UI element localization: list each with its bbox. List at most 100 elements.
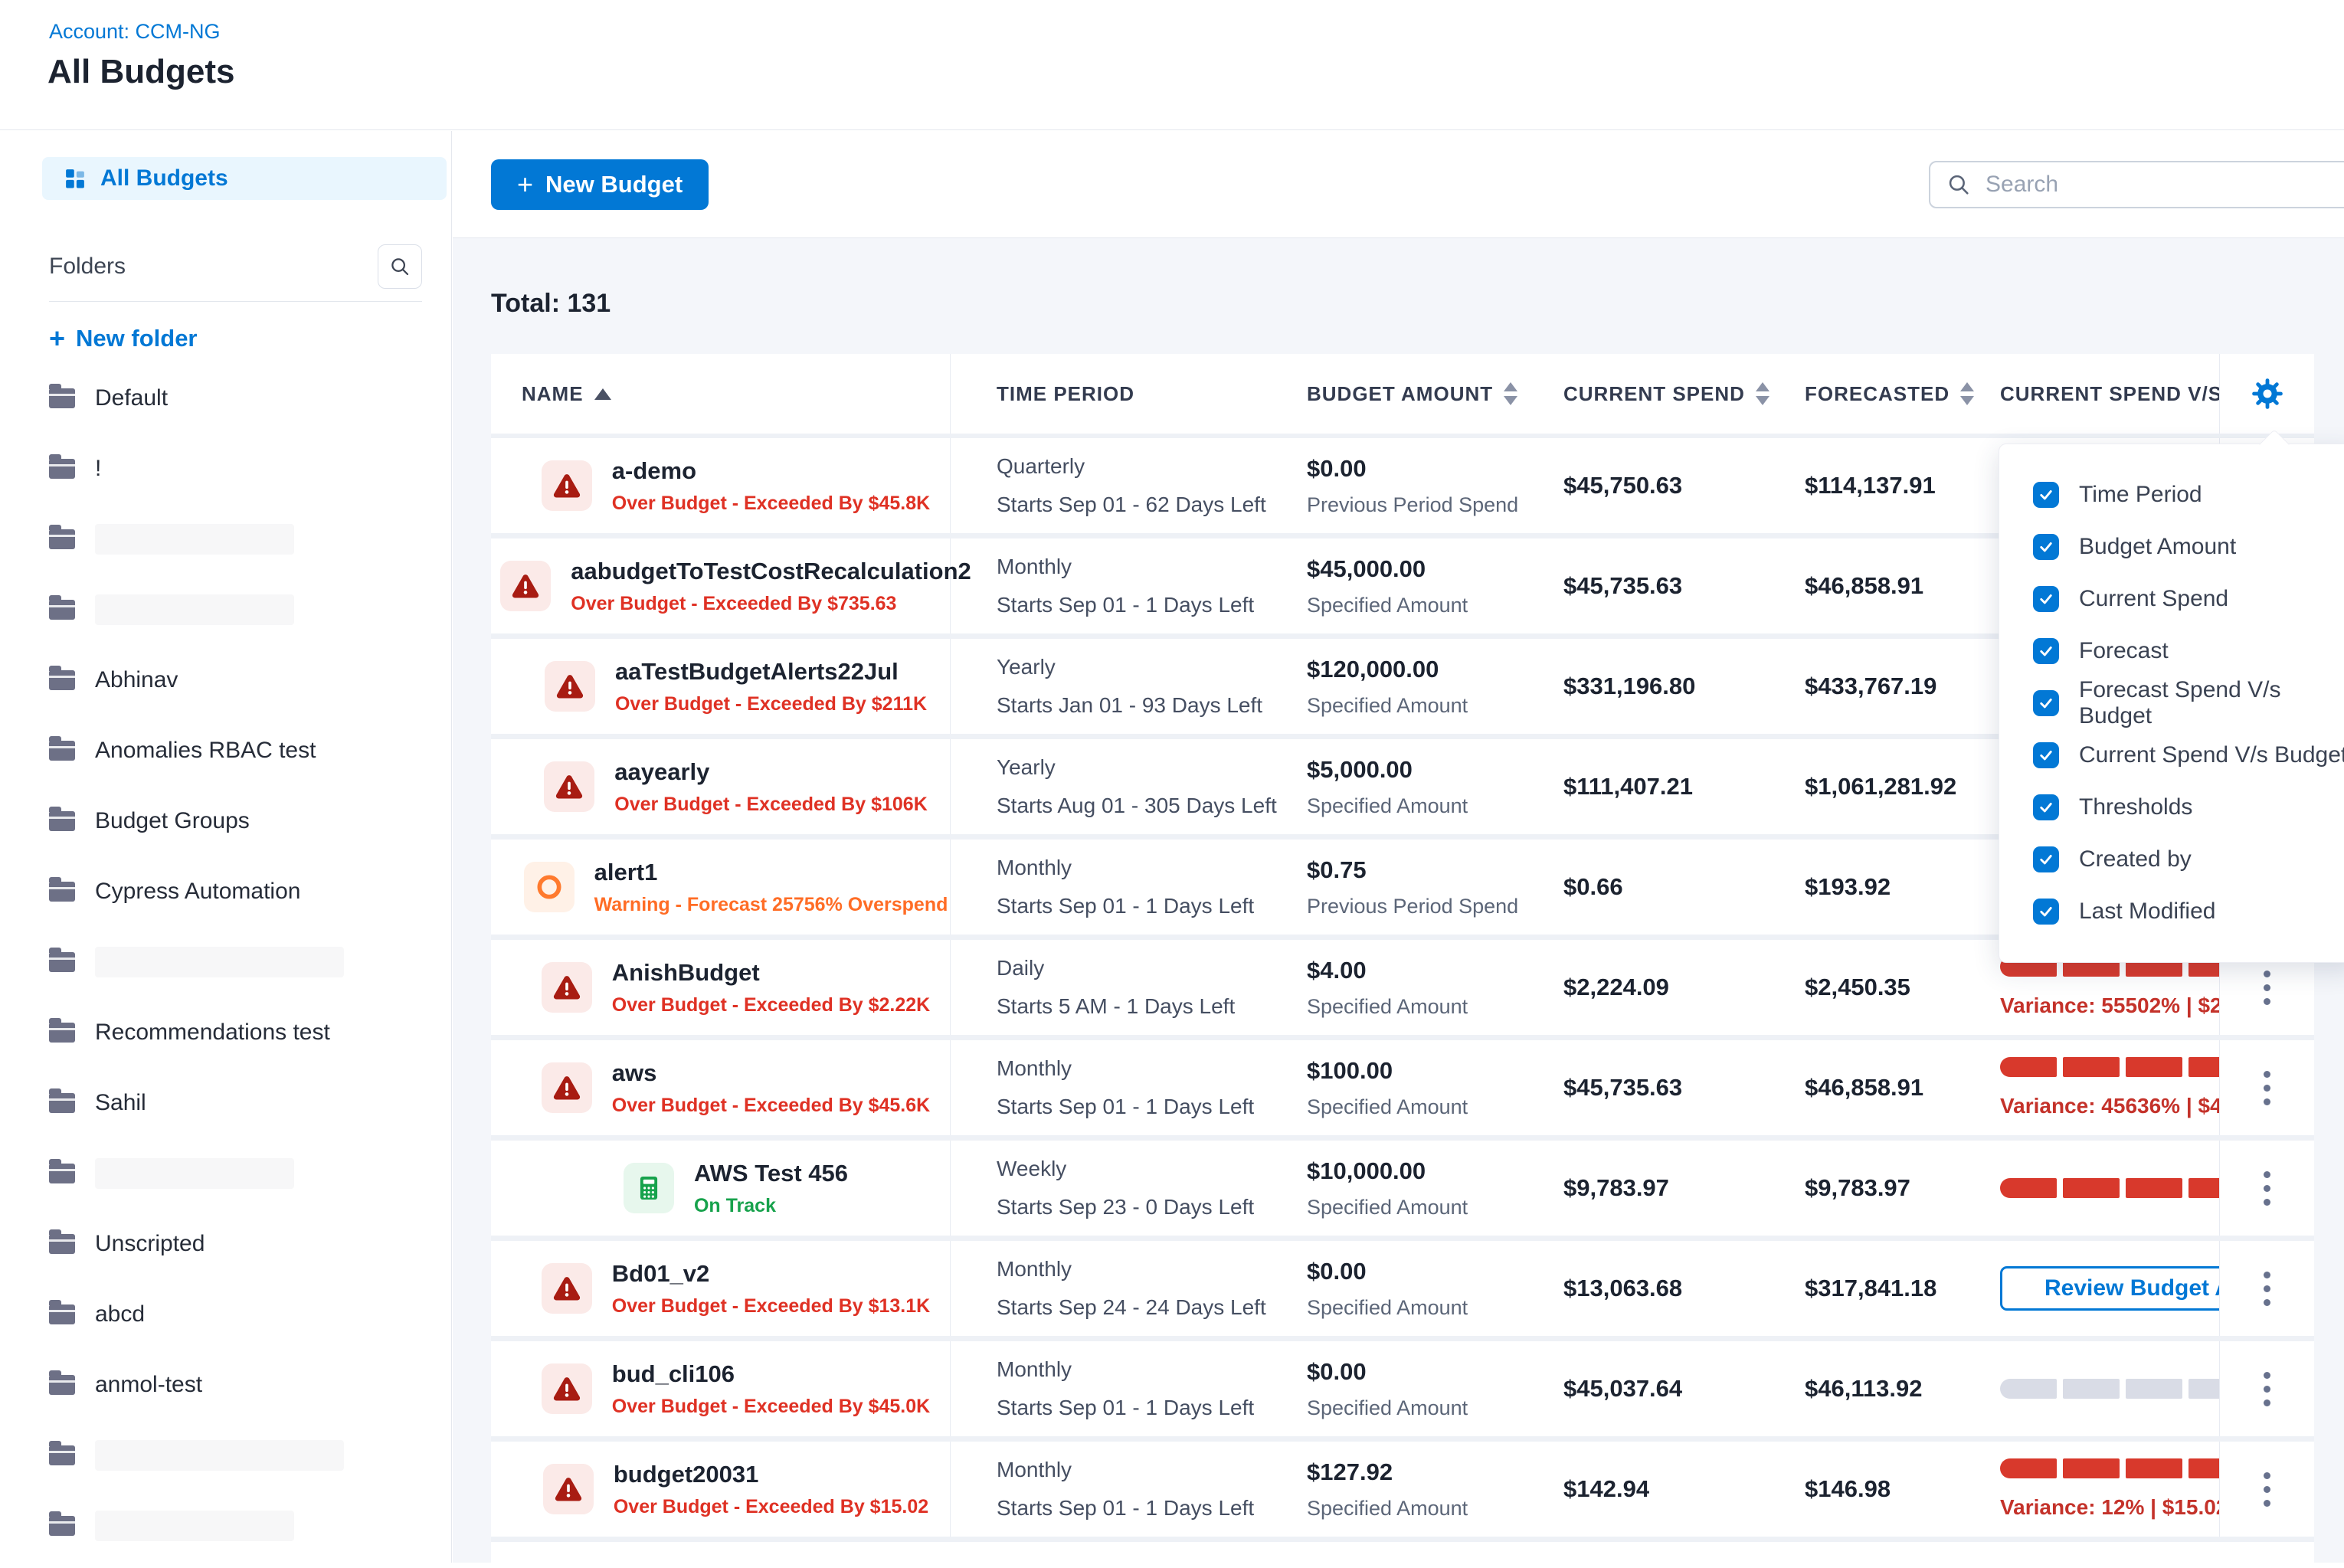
column-toggle-item[interactable]: Created by	[2033, 833, 2344, 885]
checkbox-checked-icon[interactable]	[2033, 586, 2059, 612]
checkbox-checked-icon[interactable]	[2033, 534, 2059, 560]
column-toggle-item[interactable]: Current Spend	[2033, 573, 2344, 625]
checkbox-checked-icon[interactable]	[2033, 794, 2059, 820]
checkbox-checked-icon[interactable]	[2033, 742, 2059, 768]
sidebar-folder-item[interactable]: abcd	[49, 1279, 451, 1350]
warning-triangle-icon	[552, 471, 581, 500]
kebab-menu-button[interactable]	[2256, 1063, 2278, 1113]
budget-amount-type: Specified Amount	[1307, 1296, 1540, 1320]
column-toggle-item[interactable]: Thresholds	[2033, 781, 2344, 833]
search-box	[1929, 161, 2344, 208]
sidebar-folder-item[interactable]: Abhinav	[49, 645, 451, 715]
table-row[interactable]: Bd01_v2 Over Budget - Exceeded By $13.1K…	[491, 1241, 2314, 1341]
column-settings-gear-button[interactable]	[2247, 374, 2287, 414]
time-period: Monthly	[997, 857, 1288, 879]
folder-icon	[49, 670, 75, 690]
forecasted-cell: $317,841.18	[1786, 1241, 1969, 1336]
sidebar-folder-item[interactable]	[49, 574, 451, 645]
column-toggle-item[interactable]: Current Spend V/s Budget	[2033, 729, 2344, 781]
folder-redacted-label	[95, 1158, 294, 1189]
column-header-name[interactable]: NAME	[491, 354, 951, 434]
table-row[interactable]: budget20031 Over Budget - Exceeded By $1…	[491, 1442, 2314, 1542]
sidebar-folder-item[interactable]	[49, 1491, 451, 1561]
sidebar-folder-item[interactable]: Anomalies RBAC test	[49, 715, 451, 786]
review-budget-amount-button[interactable]: Review Budget Amou	[2000, 1266, 2219, 1311]
column-toggle-item[interactable]: Time Period	[2033, 469, 2344, 521]
column-header-budget-amount[interactable]: BUDGET AMOUNT	[1288, 354, 1540, 434]
budget-amount-type: Previous Period Spend	[1307, 895, 1540, 918]
new-budget-button[interactable]: + New Budget	[491, 159, 709, 210]
column-toggle-item[interactable]: Budget Amount	[2033, 521, 2344, 573]
column-header-forecasted[interactable]: FORECASTED	[1786, 354, 1969, 434]
column-toggle-item[interactable]: Forecast	[2033, 625, 2344, 677]
column-header-time-period[interactable]: TIME PERIOD	[951, 354, 1288, 434]
table-row[interactable]: aws Over Budget - Exceeded By $45.6K Mon…	[491, 1040, 2314, 1141]
sidebar-folder-item[interactable]	[49, 504, 451, 574]
column-toggle-item[interactable]: Last Modified	[2033, 885, 2344, 938]
sidebar-folder-item[interactable]: Cypress Automation	[49, 856, 451, 927]
kebab-menu-button[interactable]	[2256, 1465, 2278, 1514]
kebab-icon	[2264, 1171, 2270, 1178]
current-spend-cell: $0.66	[1540, 840, 1786, 935]
kebab-menu-button[interactable]	[2256, 963, 2278, 1013]
sidebar-folder-item[interactable]: !	[49, 434, 451, 504]
kebab-menu-button[interactable]	[2256, 1264, 2278, 1314]
time-period: Monthly	[997, 1259, 1288, 1280]
budget-amount: $0.00	[1307, 1258, 1540, 1285]
budget-amount-cell: $0.75 Previous Period Spend	[1288, 840, 1540, 935]
sidebar-folder-item[interactable]: Unscripted	[49, 1209, 451, 1279]
budget-amount-type: Specified Amount	[1307, 1095, 1540, 1119]
budget-status-text: Warning - Forecast 25756% Overspend	[594, 894, 948, 916]
column-header-current-spend[interactable]: CURRENT SPEND	[1540, 354, 1786, 434]
plus-icon: +	[517, 171, 533, 198]
kebab-icon	[2264, 1372, 2270, 1379]
kebab-menu-button[interactable]	[2256, 1364, 2278, 1414]
budget-name: aayearly	[614, 758, 928, 786]
account-breadcrumb-link[interactable]: Account: CCM-NG	[49, 20, 221, 44]
time-period-cell: Monthly Starts Sep 01 - 1 Days Left	[951, 1442, 1288, 1537]
sidebar-folder-item[interactable]: Default	[49, 363, 451, 434]
budget-status-tile	[542, 1363, 592, 1414]
table-row[interactable]: bud_cli106 Over Budget - Exceeded By $45…	[491, 1341, 2314, 1442]
sidebar-folder-item[interactable]	[49, 927, 451, 997]
budget-name-cell: bud_cli106 Over Budget - Exceeded By $45…	[491, 1341, 951, 1436]
spend-vs-budget-bar	[2000, 1379, 2219, 1399]
sidebar-folder-item[interactable]: Recommendations test	[49, 997, 451, 1068]
checkbox-checked-icon[interactable]	[2033, 899, 2059, 925]
sidebar-folder-item[interactable]	[49, 1420, 451, 1491]
checkbox-checked-icon[interactable]	[2033, 482, 2059, 508]
forecasted: $1,061,281.92	[1805, 773, 1969, 800]
checkbox-checked-icon[interactable]	[2033, 638, 2059, 664]
folder-label: Cypress Automation	[95, 879, 300, 905]
time-period-detail: Starts Sep 23 - 0 Days Left	[997, 1196, 1288, 1218]
budget-name: aaTestBudgetAlerts22Jul	[615, 658, 927, 686]
sidebar-item-all-budgets[interactable]: All Budgets	[42, 157, 447, 200]
warning-triangle-icon	[552, 973, 581, 1002]
folder-label: abcd	[95, 1301, 145, 1327]
kebab-icon	[2264, 1472, 2270, 1479]
folder-icon	[49, 1234, 75, 1254]
budget-amount: $5,000.00	[1307, 756, 1540, 784]
checkbox-checked-icon[interactable]	[2033, 690, 2059, 716]
folder-search-button[interactable]	[378, 244, 422, 289]
column-toggle-item[interactable]: Forecast Spend V/s Budget	[2033, 677, 2344, 729]
checkbox-checked-icon[interactable]	[2033, 846, 2059, 872]
current-spend: $0.66	[1563, 873, 1786, 901]
search-input[interactable]	[1984, 162, 2344, 207]
folder-label: anmol-test	[95, 1372, 202, 1398]
column-header-spend-vs-budget[interactable]: CURRENT SPEND V/S BUDGET	[1969, 354, 2219, 434]
sidebar-folder-item[interactable]: anmol-test	[49, 1350, 451, 1420]
column-toggle-label: Time Period	[2079, 482, 2202, 508]
sidebar: All Budgets Folders + New folder Default…	[0, 131, 452, 1563]
sidebar-folder-item[interactable]: Sahil	[49, 1068, 451, 1138]
folder-list: Default ! Abhinav Anomalies RBAC test Bu…	[49, 363, 451, 1561]
table-row[interactable]: AWS Test 456 On Track Weekly Starts Sep …	[491, 1141, 2314, 1241]
new-folder-button[interactable]: + New folder	[49, 325, 451, 352]
kebab-menu-button[interactable]	[2256, 1164, 2278, 1213]
sidebar-folder-item[interactable]: Budget Groups	[49, 786, 451, 856]
sidebar-folder-item[interactable]	[49, 1138, 451, 1209]
time-period: Weekly	[997, 1158, 1288, 1180]
forecasted: $114,137.91	[1805, 472, 1969, 499]
spend-vs-budget-cell	[1969, 1141, 2219, 1236]
budget-status-tile	[544, 761, 594, 812]
